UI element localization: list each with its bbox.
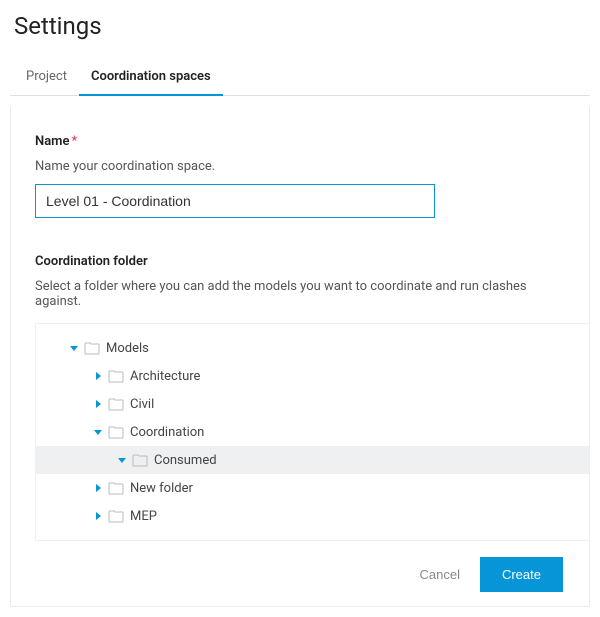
tab-coordination-spaces[interactable]: Coordination spaces [79,61,223,96]
tree-item-consumed[interactable]: Consumed [36,446,589,474]
tab-project[interactable]: Project [14,61,79,96]
name-input[interactable] [35,184,435,218]
tree-item-label: MEP [130,509,157,524]
name-label: Name [35,134,69,149]
page-title: Settings [10,12,590,40]
tree-item-label: Consumed [154,453,217,468]
required-indicator: * [71,134,77,149]
folder-icon [84,341,100,355]
name-description: Name your coordination space. [35,159,565,174]
folder-icon [108,509,124,523]
dialog-actions: Cancel Create [35,557,565,592]
tree-item-new-folder[interactable]: New folder [36,474,589,502]
name-section: Name* Name your coordination space. [35,134,565,218]
tree-item-label: Coordination [130,425,204,440]
caret-right-icon [92,482,104,494]
caret-down-icon [116,454,128,466]
caret-down-icon [68,342,80,354]
folder-description: Select a folder where you can add the mo… [35,279,565,309]
folder-icon [132,453,148,467]
tree-item-coordination[interactable]: Coordination [36,418,589,446]
folder-icon [108,481,124,495]
caret-right-icon [92,370,104,382]
caret-right-icon [92,398,104,410]
folder-label: Coordination folder [35,254,565,269]
folder-section: Coordination folder Select a folder wher… [35,254,565,541]
tree-item-label: New folder [130,481,193,496]
tree-item-label: Civil [130,397,154,412]
tree-item-civil[interactable]: Civil [36,390,589,418]
tree-item-architecture[interactable]: Architecture [36,362,589,390]
folder-icon [108,397,124,411]
caret-right-icon [92,510,104,522]
folder-icon [108,425,124,439]
tree-item-label: Models [106,341,149,356]
folder-tree: Models Architecture [35,323,589,541]
cancel-button[interactable]: Cancel [414,559,466,590]
folder-icon [108,369,124,383]
create-button[interactable]: Create [480,557,563,592]
tree-item-label: Architecture [130,369,200,384]
tree-item-models[interactable]: Models [36,334,589,362]
tabs: Project Coordination spaces [10,60,590,96]
tree-item-mep[interactable]: MEP [36,502,589,530]
settings-panel: Name* Name your coordination space. Coor… [10,106,590,607]
caret-down-icon [92,426,104,438]
